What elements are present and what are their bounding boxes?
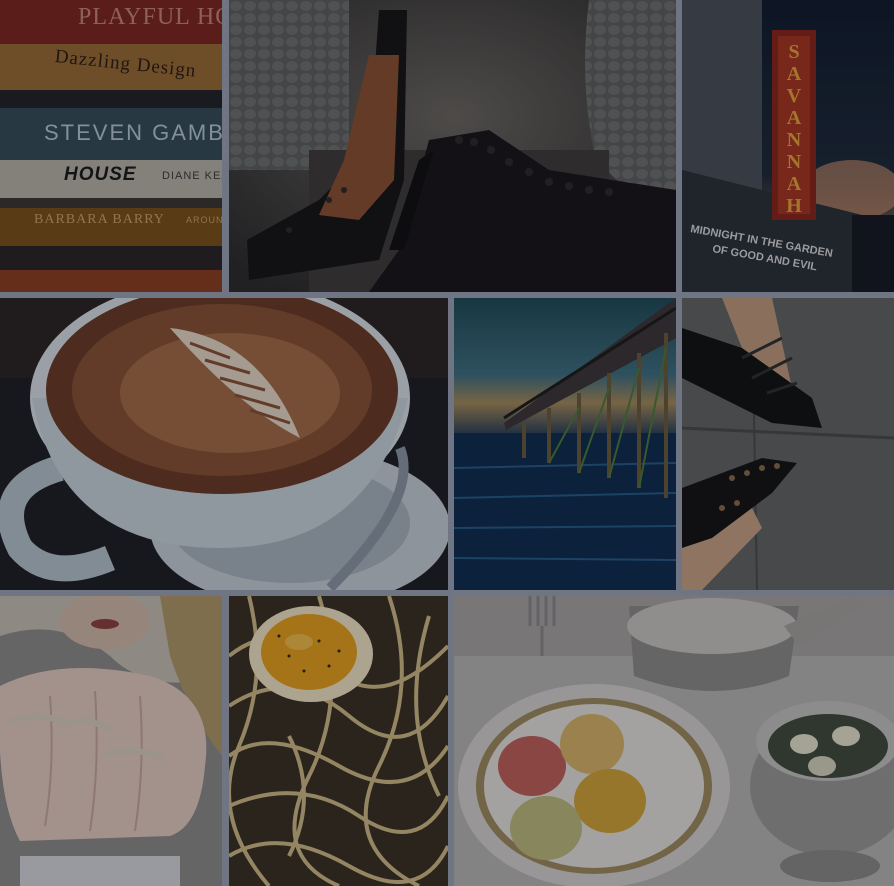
sign-letter-2: A — [787, 63, 802, 85]
sign-letter-8: H — [786, 195, 802, 217]
macarons-photo — [454, 596, 894, 886]
book-spine-4: STEVEN GAMBR — [44, 120, 222, 145]
sign-letter-4: A — [787, 107, 802, 129]
books-photo: PLAYFUL HO Dazzling Design STEVEN GAMBR … — [0, 0, 222, 292]
sign-letter-5: N — [787, 129, 802, 151]
book-spine-1: PLAYFUL HO — [78, 4, 222, 30]
pasta-photo — [229, 596, 448, 886]
rings-photo — [0, 596, 222, 886]
studded-flats-photo — [682, 298, 894, 590]
sign-letter-6: N — [787, 151, 802, 173]
sign-letter-3: V — [787, 85, 802, 107]
heels-photo — [229, 0, 676, 292]
latte-photo — [0, 298, 448, 590]
savannah-theater-photo: S A V A N N A H MIDNIGHT IN THE GARDEN O… — [682, 0, 894, 292]
book-spine-5-subtitle: DIANE KEA — [162, 170, 222, 182]
sign-letter-7: A — [787, 173, 802, 195]
pier-photo — [454, 298, 676, 590]
sign-letter-1: S — [788, 41, 799, 63]
book-spine-6-subtitle: AROUN — [186, 215, 222, 225]
